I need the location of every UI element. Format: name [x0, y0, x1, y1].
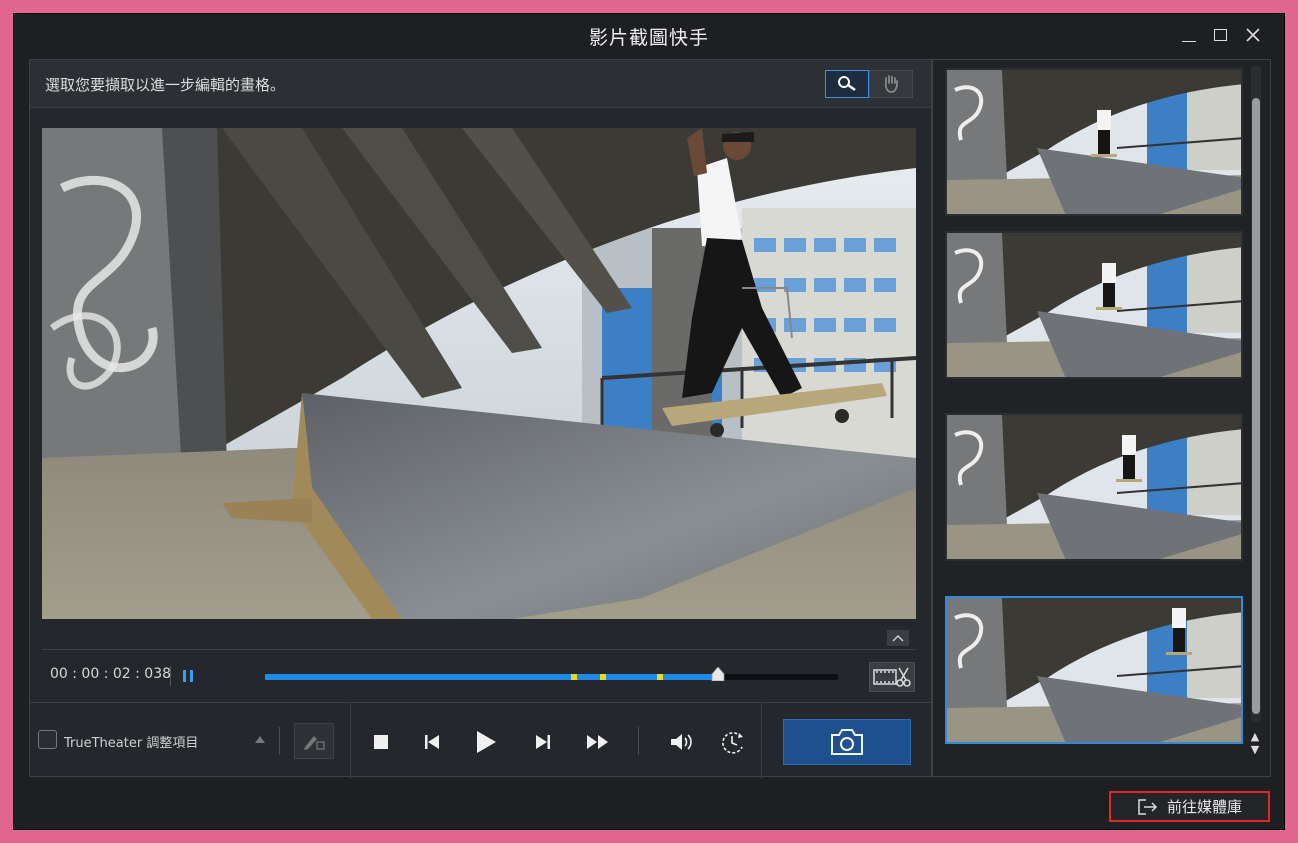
truetheater-checkbox[interactable] [38, 730, 57, 749]
pen-edit-icon [304, 736, 325, 750]
collapse-timeline-button[interactable] [887, 630, 909, 646]
minimize-icon [1182, 40, 1196, 42]
export-arrow-icon [1138, 798, 1158, 815]
volume-button[interactable] [667, 727, 697, 757]
capture-snapshot-button[interactable] [783, 719, 911, 765]
zoom-select-button[interactable] [825, 70, 869, 98]
tool-group [825, 70, 913, 98]
playhead-handle[interactable] [711, 667, 725, 681]
video-preview[interactable] [42, 128, 916, 619]
video-frame-image [42, 128, 916, 619]
next-frame-button[interactable] [528, 727, 558, 757]
frame-thumbnail-image [947, 415, 1241, 559]
frame-thumbnail-image [947, 233, 1241, 377]
seek-bar[interactable] [265, 674, 838, 680]
go-to-media-library-label: 前往媒體庫 [1166, 798, 1242, 816]
thumbnail-scrollbar[interactable] [1251, 66, 1261, 722]
play-icon [477, 731, 496, 753]
speed-timer-icon [722, 732, 743, 754]
frame-thumbnail[interactable] [945, 68, 1243, 216]
scroll-arrows[interactable]: ▲ ▼ [1248, 730, 1262, 756]
maximize-icon [1213, 29, 1227, 41]
title-bar: 影片截圖快手 [14, 14, 1284, 58]
playback-speed-button[interactable] [718, 727, 748, 757]
snapshot-window: 影片截圖快手 選取您要擷取以進一步編輯的畫格。 00: 00: 02: 0… [13, 13, 1285, 830]
timecode-divider [170, 666, 171, 686]
go-to-media-library-button[interactable]: 前往媒體庫 [1109, 791, 1270, 822]
stop-button[interactable] [366, 727, 396, 757]
instruction-text: 選取您要擷取以進一步編輯的畫格。 [45, 76, 286, 94]
close-icon [1246, 28, 1260, 42]
frame-thumbnail-image [947, 70, 1241, 214]
separator [638, 727, 639, 755]
frame-thumbnail-image [947, 598, 1241, 742]
maximize-button[interactable] [1209, 24, 1231, 46]
bookmark-marker[interactable] [600, 674, 607, 680]
scroll-up-icon[interactable]: ▲ [1248, 730, 1262, 743]
thumbnail-panel: ▲ ▼ [932, 59, 1271, 777]
zoom-select-icon [838, 76, 856, 92]
minimize-button[interactable] [1178, 24, 1200, 46]
fast-forward-button[interactable] [583, 727, 613, 757]
skip-previous-icon [425, 735, 439, 749]
main-panel: 選取您要擷取以進一步編輯的畫格。 00: 00: 02: 038 True… [29, 59, 932, 779]
hand-pan-icon [884, 75, 898, 93]
scroll-down-icon[interactable]: ▼ [1248, 743, 1262, 756]
close-button[interactable] [1242, 24, 1264, 46]
instruction-bar: 選取您要擷取以進一步編輯的畫格。 [30, 60, 931, 108]
play-button[interactable] [471, 727, 501, 757]
chevron-up-icon [892, 634, 904, 642]
camera-icon [831, 729, 863, 755]
hand-pan-button[interactable] [869, 70, 913, 98]
frame-thumbnail[interactable] [945, 413, 1243, 561]
film-scissors-icon [873, 667, 911, 687]
previous-frame-button[interactable] [417, 727, 447, 757]
volume-icon [671, 734, 692, 750]
bookmark-marker[interactable] [657, 674, 664, 680]
window-title: 影片截圖快手 [588, 27, 709, 49]
skip-next-icon [536, 735, 550, 749]
controls-bar: TrueTheater 調整項目 [30, 702, 931, 779]
frame-thumbnail[interactable] [945, 596, 1243, 744]
separator [350, 703, 351, 779]
timecode-display: 00 : 00 : 02 : 038 [50, 666, 172, 682]
pause-indicator-icon [183, 670, 193, 682]
timeline-divider [42, 649, 916, 650]
separator [279, 727, 280, 755]
trim-button[interactable] [869, 662, 915, 692]
seek-bar-progress [265, 674, 718, 680]
fast-forward-icon [587, 735, 608, 749]
truetheater-label: TrueTheater 調整項目 [64, 736, 199, 751]
frame-thumbnail[interactable] [945, 231, 1243, 379]
scrollbar-thumb[interactable] [1252, 98, 1260, 714]
stop-icon [374, 735, 388, 749]
truetheater-expand-icon[interactable] [255, 736, 265, 743]
separator [761, 703, 762, 779]
truetheater-edit-button[interactable] [294, 723, 334, 759]
bookmark-marker[interactable] [571, 674, 578, 680]
